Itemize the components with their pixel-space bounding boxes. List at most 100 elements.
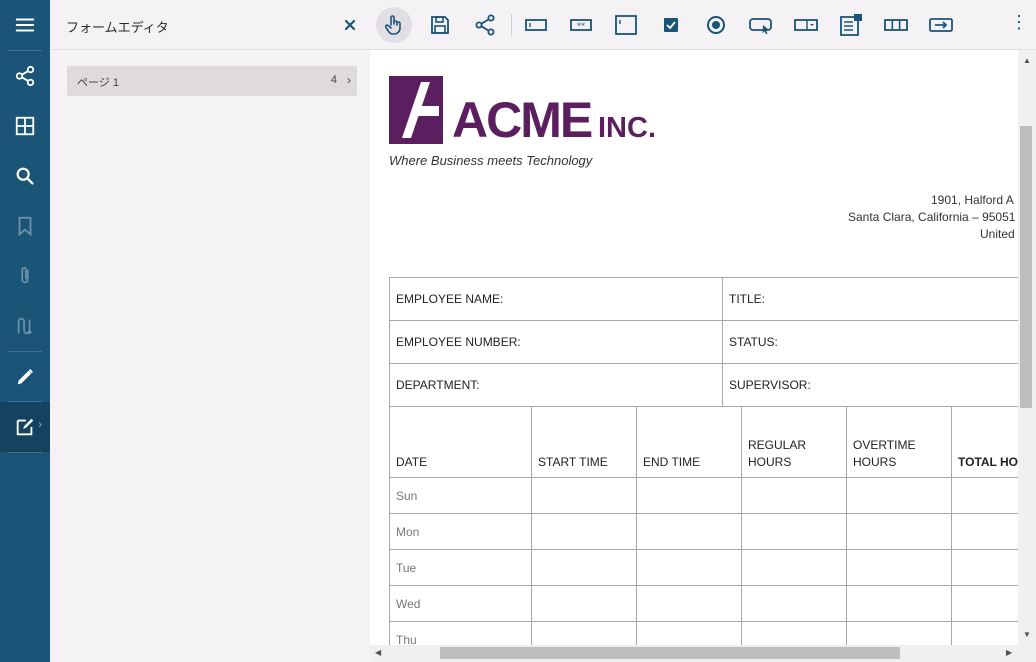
- document-viewport[interactable]: ACME INC. Where Business meets Technolog…: [370, 50, 1018, 645]
- employee-name-label: EMPLOYEE NAME:: [389, 277, 723, 321]
- listbox-icon: [840, 14, 862, 36]
- radio-field-button[interactable]: [698, 7, 734, 43]
- employee-number-label: EMPLOYEE NUMBER:: [389, 320, 723, 364]
- status-label: STATUS:: [722, 320, 1018, 364]
- column-header-regular-hours: REGULAR HOURS: [741, 406, 847, 478]
- table-cell[interactable]: [531, 585, 637, 622]
- password-icon: **: [570, 19, 592, 31]
- form-editor-button[interactable]: ›: [0, 402, 50, 452]
- share-rail-button[interactable]: [0, 51, 50, 101]
- attachments-button[interactable]: [0, 251, 50, 301]
- table-cell[interactable]: [951, 585, 1018, 622]
- share-icon: [15, 65, 35, 87]
- panel-title: フォームエディタ: [66, 20, 169, 35]
- close-icon: [344, 19, 356, 31]
- company-tagline: Where Business meets Technology: [389, 153, 593, 168]
- panel-header: フォームエディタ: [50, 0, 370, 50]
- chevron-right-icon: ›: [347, 73, 351, 87]
- left-rail: ›: [0, 0, 50, 662]
- timesheet-table: DATE START TIME END TIME REGULAR HOURS O…: [389, 406, 1018, 645]
- table-cell[interactable]: [636, 549, 742, 586]
- page-list-item[interactable]: ページ 1 4 ›: [67, 66, 357, 96]
- annotate-button[interactable]: [0, 352, 50, 402]
- close-panel-button[interactable]: [340, 15, 360, 35]
- table-cell[interactable]: [636, 513, 742, 550]
- supervisor-label: SUPERVISOR:: [722, 363, 1018, 407]
- scroll-down-icon[interactable]: ▼: [1023, 630, 1031, 639]
- table-cell[interactable]: [951, 513, 1018, 550]
- scroll-left-icon[interactable]: ◀: [375, 648, 381, 657]
- dropdown-field-button[interactable]: [788, 7, 824, 43]
- bookmark-icon: [18, 216, 32, 237]
- department-label: DEPARTMENT:: [389, 363, 723, 407]
- scroll-up-icon[interactable]: ▲: [1023, 56, 1031, 65]
- signature-button[interactable]: [0, 301, 50, 351]
- form-editor-icon: [16, 418, 34, 436]
- address-line-2: Santa Clara, California – 95051: [848, 210, 1016, 224]
- scroll-right-icon[interactable]: ▶: [1006, 648, 1012, 657]
- search-icon: [16, 167, 34, 185]
- day-cell-tue: Tue: [389, 549, 532, 586]
- search-button[interactable]: [0, 151, 50, 201]
- table-cell[interactable]: [636, 477, 742, 514]
- table-cell[interactable]: [741, 513, 847, 550]
- table-cell[interactable]: [951, 477, 1018, 514]
- menu-button[interactable]: [0, 0, 50, 50]
- day-cell-thu: Thu: [389, 621, 532, 645]
- column-header-end-time: END TIME: [636, 406, 742, 478]
- table-cell[interactable]: [531, 621, 637, 645]
- title-label: TITLE:: [722, 277, 1018, 321]
- table-cell[interactable]: [741, 585, 847, 622]
- table-cell[interactable]: [741, 549, 847, 586]
- chevron-right-icon: ›: [38, 419, 42, 431]
- signature-field-icon: [929, 18, 953, 32]
- button-field-button[interactable]: [743, 7, 779, 43]
- table-cell[interactable]: [951, 621, 1018, 645]
- form-toolbar: ** ⋮: [370, 0, 1036, 50]
- page-item-label: ページ 1: [77, 77, 119, 89]
- day-cell-sun: Sun: [389, 477, 532, 514]
- signature-field-button[interactable]: [923, 7, 959, 43]
- table-cell[interactable]: [846, 477, 952, 514]
- table-cell[interactable]: [846, 585, 952, 622]
- thumbnails-button[interactable]: [0, 101, 50, 151]
- column-header-start-time: START TIME: [531, 406, 637, 478]
- table-cell[interactable]: [531, 477, 637, 514]
- table-cell[interactable]: [846, 513, 952, 550]
- column-header-overtime-hours: OVERTIME HOURS: [846, 406, 952, 478]
- table-cell[interactable]: [741, 477, 847, 514]
- listbox-field-button[interactable]: [833, 7, 869, 43]
- comb-field-button[interactable]: [878, 7, 914, 43]
- share-icon: [475, 14, 495, 36]
- save-icon: [431, 16, 449, 34]
- table-cell[interactable]: [741, 621, 847, 645]
- table-cell[interactable]: [531, 549, 637, 586]
- form-editor-panel: フォームエディタ ページ 1 4 ›: [50, 0, 370, 662]
- bookmarks-button[interactable]: [0, 201, 50, 251]
- textbox-icon: [525, 19, 547, 31]
- table-cell[interactable]: [531, 513, 637, 550]
- horizontal-scroll-thumb[interactable]: [440, 647, 900, 659]
- table-cell[interactable]: [846, 549, 952, 586]
- textbox-field-button[interactable]: [518, 7, 554, 43]
- more-options-icon[interactable]: ⋮: [1010, 12, 1028, 33]
- password-field-button[interactable]: **: [563, 7, 599, 43]
- textarea-field-button[interactable]: [608, 7, 644, 43]
- page-item-count: 4: [330, 74, 337, 86]
- pointer-tool-button[interactable]: [376, 7, 412, 43]
- table-cell[interactable]: [636, 621, 742, 645]
- svg-text:ACME: ACME: [452, 92, 592, 144]
- share-button[interactable]: [467, 7, 503, 43]
- table-cell[interactable]: [636, 585, 742, 622]
- checkbox-field-button[interactable]: [653, 7, 689, 43]
- table-cell[interactable]: [951, 549, 1018, 586]
- acme-logo: ACME INC.: [389, 76, 656, 144]
- table-cell[interactable]: [846, 621, 952, 645]
- save-button[interactable]: [422, 7, 458, 43]
- column-header-date: DATE: [389, 406, 532, 478]
- pencil-icon: [17, 369, 33, 385]
- vertical-scroll-thumb[interactable]: [1020, 126, 1032, 408]
- svg-text:**: **: [577, 22, 585, 31]
- thumbnails-icon: [15, 116, 35, 136]
- button-icon: [749, 18, 772, 35]
